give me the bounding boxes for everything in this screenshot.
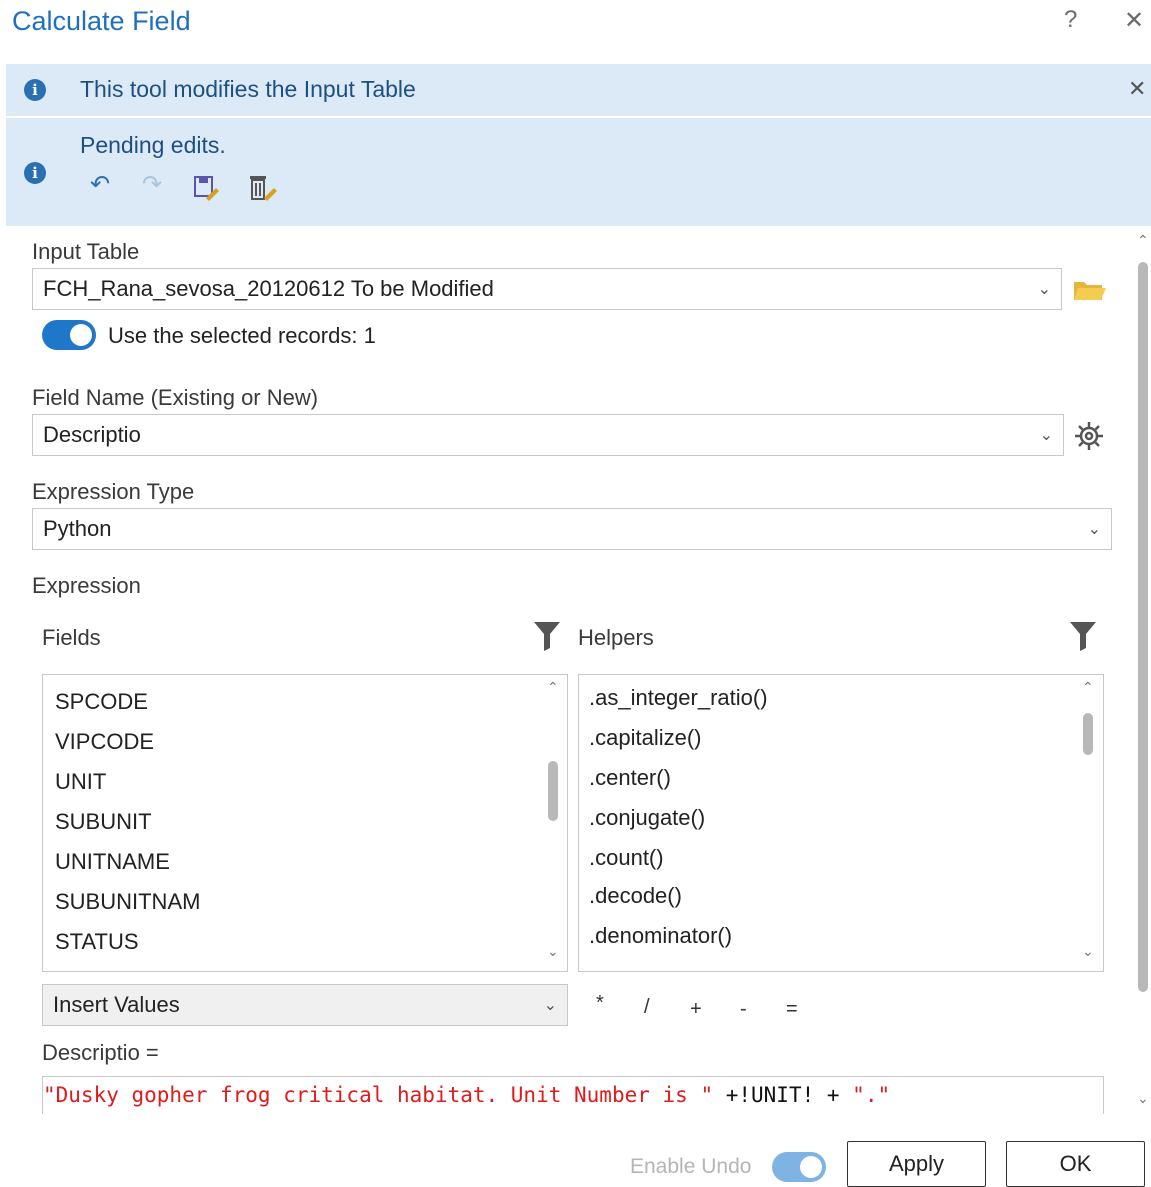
equals-operator-button[interactable]: = bbox=[786, 998, 798, 1021]
list-item[interactable]: STATUS bbox=[55, 929, 139, 955]
code-field-reference: +!UNIT! + bbox=[713, 1083, 853, 1107]
helpers-header: Helpers bbox=[578, 625, 654, 650]
main-scrollbar[interactable]: ⌃ ⌄ bbox=[1133, 232, 1151, 1112]
list-item[interactable]: .denominator() bbox=[589, 923, 732, 949]
fields-header: Fields bbox=[42, 625, 101, 650]
info-icon: i bbox=[24, 79, 46, 101]
main-scroll-thumb[interactable] bbox=[1138, 262, 1148, 992]
helpers-scroll-thumb[interactable] bbox=[1083, 713, 1093, 755]
expression-target-label: Descriptio = bbox=[42, 1040, 159, 1065]
ok-button[interactable]: OK bbox=[1006, 1141, 1145, 1187]
subtract-operator-button[interactable]: - bbox=[740, 998, 747, 1021]
list-item[interactable]: SUBUNITNAM bbox=[55, 889, 200, 915]
field-name-value: Descriptio bbox=[43, 422, 141, 447]
code-string-literal: "." bbox=[852, 1083, 891, 1107]
modify-banner-text: This tool modifies the Input Table bbox=[80, 76, 416, 102]
filter-fields-icon[interactable] bbox=[532, 620, 562, 652]
scroll-up-icon[interactable]: ⌃ bbox=[1137, 232, 1149, 249]
undo-icon[interactable]: ↶ bbox=[90, 170, 110, 199]
scroll-up-icon[interactable]: ⌃ bbox=[1082, 679, 1094, 696]
scroll-up-icon[interactable]: ⌃ bbox=[547, 679, 559, 696]
list-item[interactable]: .as_integer_ratio() bbox=[589, 685, 768, 711]
helpers-scrollbar[interactable]: ⌃ ⌄ bbox=[1073, 675, 1103, 971]
input-table-dropdown[interactable]: FCH_Rana_sevosa_20120612 To be Modified … bbox=[32, 268, 1062, 310]
fields-scrollbar[interactable]: ⌃ ⌄ bbox=[539, 675, 567, 971]
code-string-literal: "Dusky gopher frog critical habitat. Uni… bbox=[43, 1083, 714, 1107]
list-item[interactable]: .center() bbox=[589, 765, 671, 791]
input-table-label: Input Table bbox=[32, 239, 140, 264]
expression-label: Expression bbox=[32, 573, 141, 598]
info-icon: i bbox=[24, 162, 46, 184]
scroll-down-icon[interactable]: ⌄ bbox=[1137, 1090, 1149, 1107]
use-selected-toggle[interactable] bbox=[42, 320, 96, 350]
apply-button[interactable]: Apply bbox=[847, 1141, 986, 1187]
list-item[interactable]: UNITNAME bbox=[55, 849, 170, 875]
dismiss-banner-button[interactable]: ✕ bbox=[1128, 76, 1146, 102]
toggle-knob bbox=[800, 1156, 822, 1178]
add-operator-button[interactable]: + bbox=[690, 998, 702, 1021]
expression-type-value: Python bbox=[43, 516, 112, 541]
help-button[interactable]: ? bbox=[1064, 6, 1077, 34]
list-item[interactable]: .decode() bbox=[589, 883, 682, 909]
chevron-down-icon: ⌄ bbox=[1087, 521, 1101, 538]
toggle-knob bbox=[70, 324, 92, 346]
chevron-down-icon: ⌄ bbox=[1039, 427, 1053, 444]
dialog-title: Calculate Field bbox=[12, 6, 191, 36]
expression-code: "Dusky gopher frog critical habitat. Uni… bbox=[43, 1083, 890, 1107]
enable-undo-toggle[interactable] bbox=[772, 1152, 826, 1182]
use-selected-label: Use the selected records: 1 bbox=[108, 323, 376, 348]
enable-undo-label: Enable Undo bbox=[630, 1155, 752, 1178]
folder-open-icon[interactable] bbox=[1072, 276, 1108, 304]
field-name-dropdown[interactable]: Descriptio ⌄ bbox=[32, 414, 1064, 456]
gear-icon[interactable] bbox=[1072, 420, 1106, 452]
list-item[interactable]: UNIT bbox=[55, 769, 106, 795]
helpers-list[interactable]: .as_integer_ratio() .capitalize() .cente… bbox=[578, 674, 1104, 972]
input-table-value: FCH_Rana_sevosa_20120612 To be Modified bbox=[43, 276, 494, 301]
redo-icon[interactable]: ↷ bbox=[142, 170, 162, 199]
multiply-operator-button[interactable]: * bbox=[596, 992, 604, 1015]
list-item[interactable]: .count() bbox=[589, 845, 664, 871]
chevron-down-icon: ⌄ bbox=[543, 997, 557, 1014]
list-item[interactable]: VIPCODE bbox=[55, 729, 154, 755]
list-item[interactable]: SUBUNIT bbox=[55, 809, 152, 835]
list-item[interactable]: SPCODE bbox=[55, 689, 148, 715]
discard-edits-icon[interactable] bbox=[246, 172, 278, 202]
close-button[interactable]: ✕ bbox=[1124, 6, 1144, 35]
expression-editor[interactable]: "Dusky gopher frog critical habitat. Uni… bbox=[42, 1076, 1104, 1114]
insert-values-label: Insert Values bbox=[53, 992, 180, 1017]
fields-scroll-thumb[interactable] bbox=[548, 761, 558, 821]
list-item[interactable]: .capitalize() bbox=[589, 725, 701, 751]
insert-values-dropdown[interactable]: Insert Values ⌄ bbox=[42, 984, 568, 1026]
field-name-label: Field Name (Existing or New) bbox=[32, 385, 319, 410]
save-edits-icon[interactable] bbox=[192, 174, 220, 202]
filter-helpers-icon[interactable] bbox=[1068, 620, 1098, 652]
scroll-down-icon[interactable]: ⌄ bbox=[1082, 943, 1094, 960]
list-item[interactable]: .conjugate() bbox=[589, 805, 705, 831]
chevron-down-icon: ⌄ bbox=[1037, 281, 1051, 298]
pending-edits-banner: i Pending edits. ↶ ↷ bbox=[6, 118, 1151, 226]
divide-operator-button[interactable]: / bbox=[644, 996, 650, 1019]
expression-type-label: Expression Type bbox=[32, 479, 195, 504]
pending-edits-text: Pending edits. bbox=[80, 132, 226, 158]
fields-list[interactable]: SPCODE VIPCODE UNIT SUBUNIT UNITNAME SUB… bbox=[42, 674, 568, 972]
scroll-down-icon[interactable]: ⌄ bbox=[547, 943, 559, 960]
modify-banner: i This tool modifies the Input Table ✕ bbox=[6, 64, 1151, 116]
expression-type-dropdown[interactable]: Python ⌄ bbox=[32, 508, 1112, 550]
